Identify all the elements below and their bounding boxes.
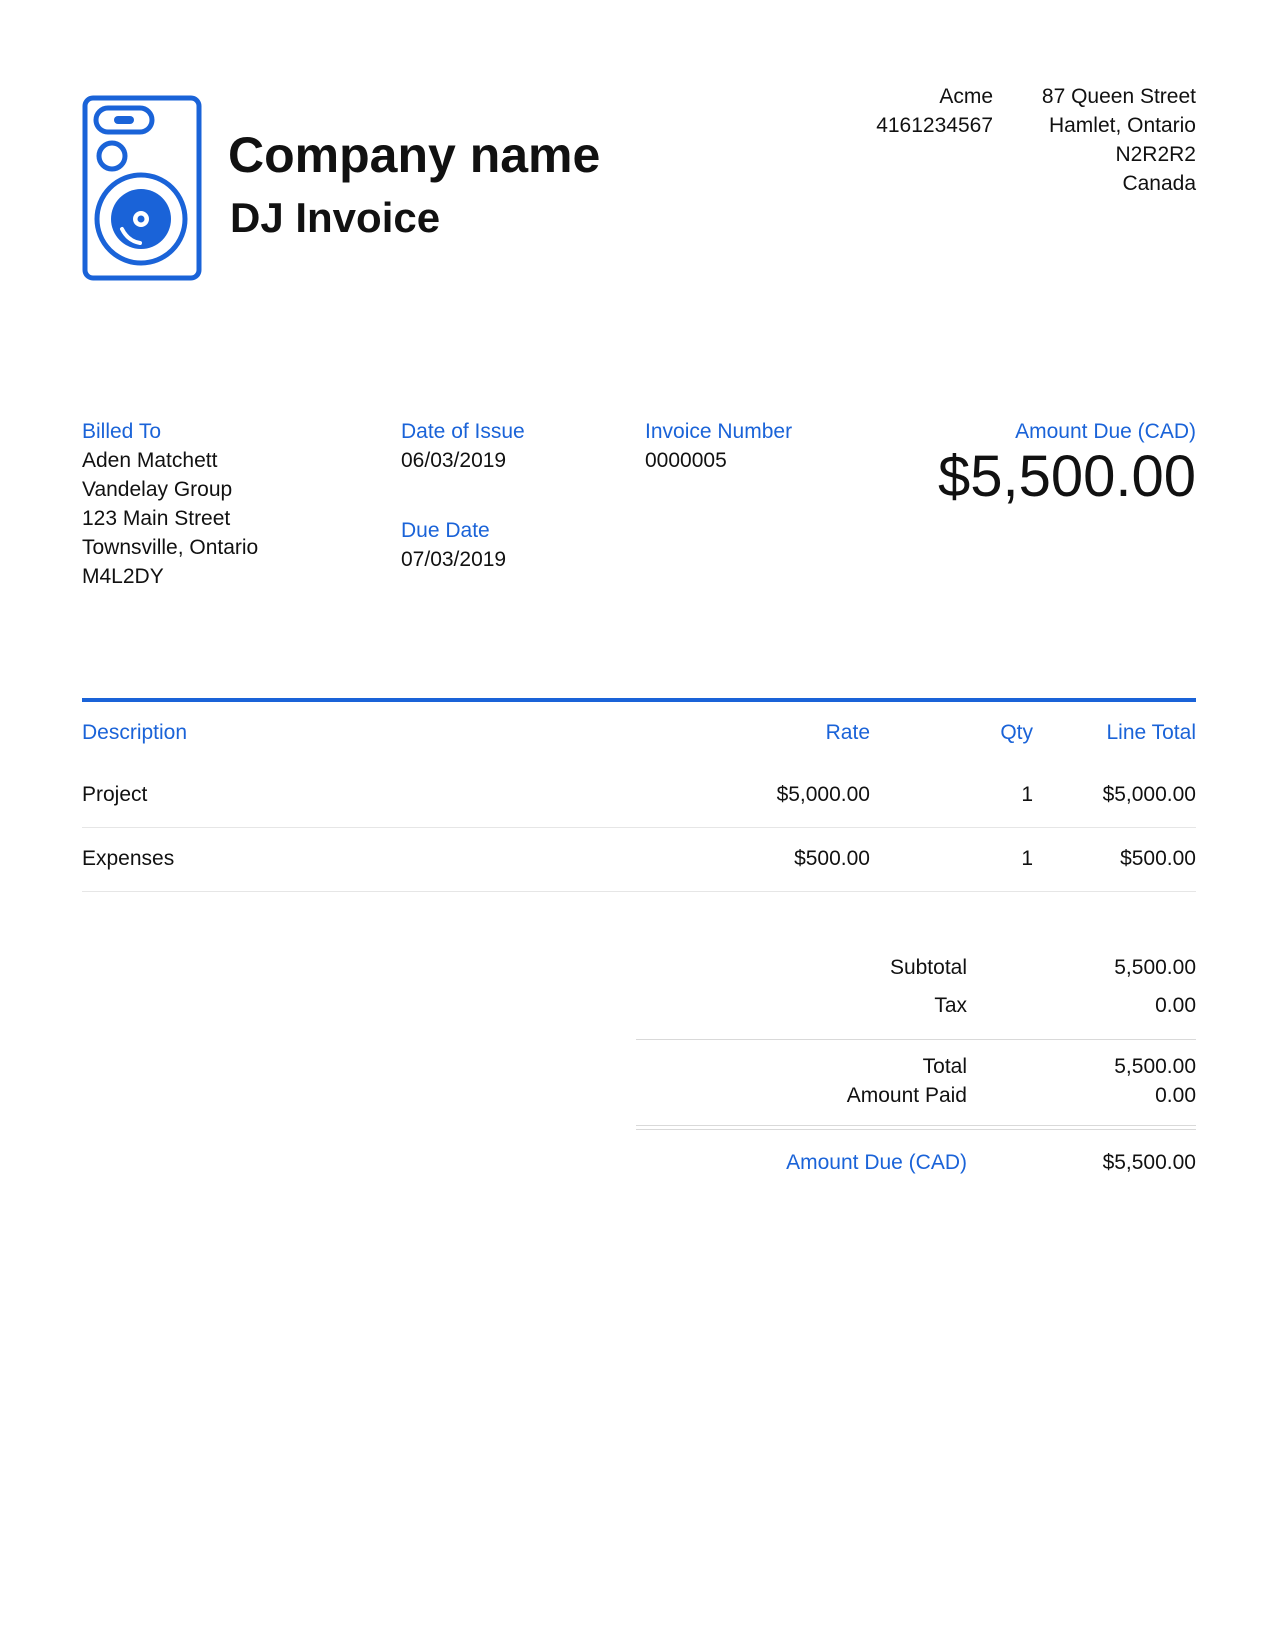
table-row: Project $5,000.00 1 $5,000.00: [82, 764, 1196, 828]
client-city: Townsville, Ontario: [82, 536, 259, 559]
table-header-row: Description Rate Qty Line Total: [82, 702, 1196, 764]
invoice-number-block: Invoice Number 0000005: [645, 418, 792, 475]
amount-due-summary-label: Amount Due (CAD): [786, 1151, 967, 1174]
amount-due-summary-value: $5,500.00: [1102, 1151, 1196, 1174]
sender-address-line1: 87 Queen Street: [1041, 85, 1196, 108]
amount-paid-row: Amount Paid 0.00: [636, 1081, 1196, 1110]
column-header-rate: Rate: [825, 721, 870, 744]
invoice-page: Company name DJ Invoice Acme 4161234567 …: [0, 0, 1275, 1650]
speaker-icon: [82, 95, 202, 281]
amount-due-value: $5,500.00: [937, 444, 1196, 509]
client-name: Aden Matchett: [82, 449, 218, 472]
sender-postal-code: N2R2R2: [1115, 143, 1196, 166]
total-label: Total: [922, 1055, 967, 1078]
amount-due-label: Amount Due (CAD): [1015, 420, 1196, 443]
sender-contact: Acme 4161234567: [876, 82, 993, 140]
column-header-qty: Qty: [1000, 721, 1033, 744]
date-of-issue-value: 06/03/2019: [401, 449, 507, 472]
company-name: Company name: [228, 127, 601, 183]
sender-address: 87 Queen Street Hamlet, Ontario N2R2R2 C…: [1042, 82, 1196, 198]
item-description: Project: [82, 783, 148, 806]
line-items-table: Description Rate Qty Line Total Project …: [82, 698, 1196, 892]
totals-double-divider-top: [636, 1125, 1196, 1126]
item-line-total: $5,000.00: [1102, 783, 1196, 806]
subtotal-value: 5,500.00: [1114, 956, 1196, 979]
subtotal-row: Subtotal 5,500.00: [636, 949, 1196, 987]
amount-due-block: Amount Due (CAD) $5,500.00: [938, 418, 1196, 508]
amount-paid-label: Amount Paid: [846, 1084, 967, 1107]
sender-address-line2: Hamlet, Ontario: [1048, 114, 1196, 137]
invoice-number-label: Invoice Number: [645, 420, 793, 443]
sender-phone: 4161234567: [876, 114, 993, 137]
item-qty: 1: [1021, 847, 1033, 870]
subtotal-label: Subtotal: [889, 956, 967, 979]
due-date-label: Due Date: [401, 519, 490, 542]
date-of-issue-block: Date of Issue 06/03/2019: [401, 418, 525, 475]
invoice-number-value: 0000005: [645, 449, 727, 472]
sender-country: Canada: [1122, 172, 1196, 195]
tax-value: 0.00: [1155, 994, 1196, 1017]
total-value: 5,500.00: [1114, 1055, 1196, 1078]
billed-to-block: Billed To Aden Matchett Vandelay Group 1…: [82, 418, 258, 591]
table-row: Expenses $500.00 1 $500.00: [82, 828, 1196, 892]
due-date-block: Due Date 07/03/2019: [401, 517, 506, 574]
client-company: Vandelay Group: [82, 478, 233, 501]
client-street: 123 Main Street: [82, 507, 231, 530]
item-rate: $5,000.00: [776, 783, 870, 806]
tax-label: Tax: [934, 994, 967, 1017]
item-qty: 1: [1021, 783, 1033, 806]
column-header-line-total: Line Total: [1106, 721, 1196, 744]
date-of-issue-label: Date of Issue: [401, 420, 525, 443]
due-date-value: 07/03/2019: [401, 548, 507, 571]
amount-paid-value: 0.00: [1155, 1084, 1196, 1107]
totals-block: Subtotal 5,500.00 Tax 0.00 Total 5,500.0…: [636, 949, 1196, 1182]
client-postal-code: M4L2DY: [82, 565, 164, 588]
column-header-description: Description: [82, 721, 188, 744]
sender-name: Acme: [939, 85, 993, 108]
tax-row: Tax 0.00: [636, 987, 1196, 1025]
item-description: Expenses: [82, 847, 175, 870]
item-line-total: $500.00: [1120, 847, 1196, 870]
document-title: DJ Invoice: [230, 194, 441, 241]
total-row: Total 5,500.00: [636, 1052, 1196, 1081]
amount-due-row: Amount Due (CAD) $5,500.00: [636, 1144, 1196, 1182]
item-rate: $500.00: [794, 847, 870, 870]
billed-to-label: Billed To: [82, 420, 161, 443]
